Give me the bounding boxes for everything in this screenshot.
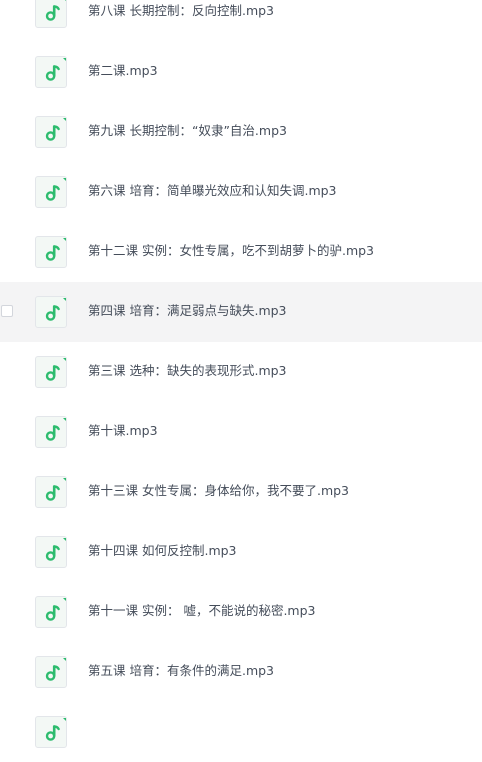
- audio-file-icon: [35, 416, 67, 448]
- audio-file-icon: [35, 536, 67, 568]
- audio-file-icon: [35, 596, 67, 628]
- file-name[interactable]: 第十二课 实例：女性专属，吃不到胡萝卜的驴.mp3: [88, 243, 374, 259]
- file-name[interactable]: 第四课 培育：满足弱点与缺失.mp3: [88, 303, 287, 319]
- file-name[interactable]: 第三课 选种：缺失的表现形式.mp3: [88, 363, 287, 379]
- file-row[interactable]: 第十课.mp3: [0, 402, 482, 462]
- file-name[interactable]: 第六课 培育：简单曝光效应和认知失调.mp3: [88, 183, 337, 199]
- file-row-partial[interactable]: [0, 702, 482, 762]
- file-list: 第八课 长期控制：反向控制.mp3 第二课.mp3 第九课 长期控制：“奴隶”自…: [0, 0, 482, 762]
- file-row[interactable]: 第二课.mp3: [0, 42, 482, 102]
- file-row[interactable]: 第三课 选种：缺失的表现形式.mp3: [0, 342, 482, 402]
- audio-file-icon: [35, 236, 67, 268]
- file-name[interactable]: 第九课 长期控制：“奴隶”自治.mp3: [88, 123, 287, 139]
- file-name[interactable]: 第十四课 如何反控制.mp3: [88, 543, 237, 559]
- audio-file-icon: [35, 656, 67, 688]
- audio-file-icon: [35, 56, 67, 88]
- file-row-hovered[interactable]: 第四课 培育：满足弱点与缺失.mp3: [0, 282, 482, 342]
- file-row[interactable]: 第十四课 如何反控制.mp3: [0, 522, 482, 582]
- audio-file-icon: [35, 716, 67, 748]
- audio-file-icon: [35, 296, 67, 328]
- file-name[interactable]: 第十三课 女性专属：身体给你，我不要了.mp3: [88, 483, 349, 499]
- file-name[interactable]: 第八课 长期控制：反向控制.mp3: [88, 3, 274, 19]
- file-name[interactable]: 第二课.mp3: [88, 63, 158, 79]
- file-name[interactable]: 第十一课 实例： 嘘，不能说的秘密.mp3: [88, 603, 316, 619]
- audio-file-icon: [35, 476, 67, 508]
- audio-file-icon: [35, 176, 67, 208]
- file-row[interactable]: 第八课 长期控制：反向控制.mp3: [0, 0, 482, 42]
- file-row[interactable]: 第十一课 实例： 嘘，不能说的秘密.mp3: [0, 582, 482, 642]
- file-name[interactable]: 第五课 培育：有条件的满足.mp3: [88, 663, 274, 679]
- audio-file-icon: [35, 356, 67, 388]
- file-row[interactable]: 第六课 培育：简单曝光效应和认知失调.mp3: [0, 162, 482, 222]
- select-checkbox[interactable]: [1, 305, 13, 317]
- file-row[interactable]: 第十二课 实例：女性专属，吃不到胡萝卜的驴.mp3: [0, 222, 482, 282]
- file-row[interactable]: 第十三课 女性专属：身体给你，我不要了.mp3: [0, 462, 482, 522]
- audio-file-icon: [35, 0, 67, 28]
- file-name[interactable]: 第十课.mp3: [88, 423, 158, 439]
- file-row[interactable]: 第九课 长期控制：“奴隶”自治.mp3: [0, 102, 482, 162]
- file-row[interactable]: 第五课 培育：有条件的满足.mp3: [0, 642, 482, 702]
- audio-file-icon: [35, 116, 67, 148]
